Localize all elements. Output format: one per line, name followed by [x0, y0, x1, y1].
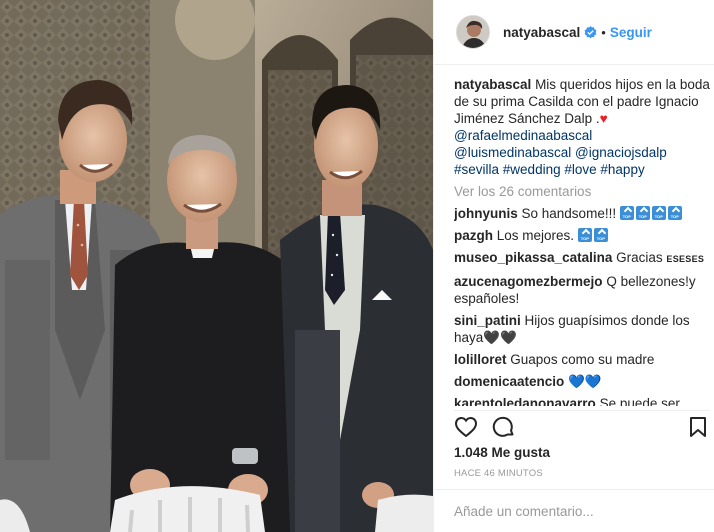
mention-link[interactable]: @rafaelmedinaabascal	[454, 128, 592, 143]
top-emoji-icon	[619, 206, 634, 220]
bookmark-icon[interactable]	[686, 415, 710, 439]
comment-item: pazgh Los mejores.	[454, 227, 710, 244]
post-photo[interactable]	[0, 0, 433, 532]
comment-item: sini_patini Hijos guapísimos donde los h…	[454, 312, 710, 346]
comment-text: So handsome!!!	[521, 206, 617, 221]
comments-list[interactable]: natyabascal Mis queridos hijos en la bod…	[454, 76, 710, 406]
hashtag-link[interactable]: #love	[564, 162, 596, 177]
comment-username[interactable]: sini_patini	[454, 313, 521, 328]
comment-text: Guapos como su madre	[510, 352, 655, 367]
hashtag-link[interactable]: #sevilla	[454, 162, 499, 177]
likes-count[interactable]: 1.048 Me gusta	[454, 445, 550, 460]
mention-link[interactable]: @luismedinabascal	[454, 145, 571, 160]
comment-text: Se puede ser	[599, 396, 680, 406]
comment-item: museo_pikassa_catalina Gracias ESESES	[454, 249, 710, 268]
photo-illustration	[0, 0, 433, 532]
black-heart-emoji-icon: 🖤🖤	[483, 330, 517, 345]
post-caption: natyabascal Mis queridos hijos en la bod…	[454, 76, 710, 178]
heart-outline-icon[interactable]	[454, 415, 478, 439]
top-emoji-icon	[667, 206, 682, 220]
comment-item: johnyunis So handsome!!!	[454, 205, 710, 222]
verified-badge-icon	[584, 25, 597, 39]
top-emoji-icon	[577, 228, 592, 242]
post-timestamp: HACE 46 MINUTOS	[454, 468, 543, 479]
top-emoji-icon	[635, 206, 650, 220]
comment-username[interactable]: domenicaatencio	[454, 374, 564, 389]
comment-item: domenicaatencio 💙💙	[454, 373, 710, 390]
follow-button[interactable]: Seguir	[610, 25, 652, 40]
comment-username[interactable]: museo_pikassa_catalina	[454, 250, 612, 265]
caption-username[interactable]: natyabascal	[454, 77, 531, 92]
comment-item: lolilloret Guapos como su madre	[454, 351, 710, 368]
header-username[interactable]: natyabascal	[503, 25, 580, 40]
post-details-panel: natyabascal • Seguir natyabascal Mis que…	[433, 0, 714, 532]
comment-text: Los mejores.	[496, 228, 575, 243]
top-emoji-icon	[651, 206, 666, 220]
avatar[interactable]	[456, 15, 490, 49]
add-comment-input[interactable]	[454, 504, 694, 519]
comment-username[interactable]: lolilloret	[454, 352, 507, 367]
view-all-comments-link[interactable]: Ver los 26 comentarios	[454, 183, 710, 200]
mention-link[interactable]: @ignaciojsdalp	[575, 145, 667, 160]
comment-item: karentoledanonavarro Se puede ser	[454, 395, 710, 406]
comment-username[interactable]: karentoledanonavarro	[454, 396, 596, 406]
comment-text: Gracias	[616, 250, 663, 265]
post-header: natyabascal • Seguir	[434, 0, 714, 65]
comment-username[interactable]: pazgh	[454, 228, 493, 243]
hashtag-link[interactable]: #happy	[600, 162, 644, 177]
comment-username[interactable]: johnyunis	[454, 206, 518, 221]
top-emoji-icon	[593, 228, 608, 242]
comment-item: azucenagomezbermejo Q bellezones!y españ…	[454, 273, 710, 307]
comment-suffix: ESESES	[666, 254, 705, 264]
hashtag-link[interactable]: #wedding	[503, 162, 561, 177]
post-actions	[454, 410, 710, 440]
red-heart-emoji-icon: ♥	[599, 111, 608, 126]
speech-bubble-icon[interactable]	[492, 415, 516, 439]
avatar-image	[457, 16, 489, 48]
add-comment-section	[434, 489, 714, 532]
comment-username[interactable]: azucenagomezbermejo	[454, 274, 603, 289]
blue-heart-emoji-icon: 💙💙	[568, 374, 602, 389]
separator-dot: •	[601, 24, 606, 40]
